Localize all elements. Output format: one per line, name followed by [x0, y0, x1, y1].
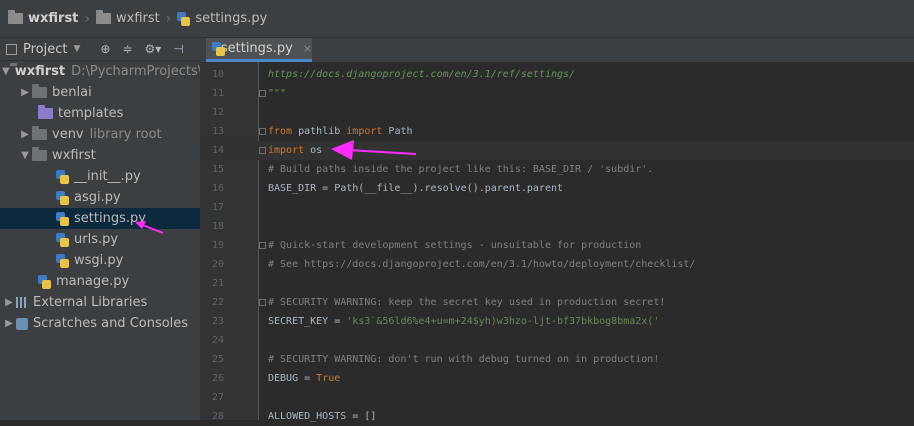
python-file-icon [56, 211, 69, 226]
python-file-icon [56, 253, 69, 268]
python-file-icon [38, 274, 51, 289]
breadcrumb-project[interactable]: wxfirst [8, 10, 78, 26]
code-line: 22 # SECURITY WARNING: keep the secret k… [211, 297, 666, 308]
annotation-arrow-import [331, 140, 417, 160]
code-line: 23 SECRET_KEY = 'ks3`&56ld6%e4+u=m+24$yh… [211, 316, 660, 327]
tab-settings[interactable]: settings.py × [206, 38, 312, 62]
code-line: 18 [211, 221, 224, 232]
libraries-icon [16, 297, 28, 308]
project-view-selector[interactable]: Project [23, 42, 67, 57]
code-line: 11 """ [211, 88, 287, 99]
folder-icon [32, 84, 47, 98]
fold-marker-icon[interactable] [259, 90, 266, 97]
code-line: 15 # Build paths inside the project like… [211, 164, 654, 175]
tree-item-templates[interactable]: templates [0, 103, 200, 124]
folder-icon [32, 147, 47, 161]
code-line: 19 # Quick-start development settings - … [211, 240, 642, 251]
code-line: 10 https://docs.djangoproject.com/en/3.1… [211, 69, 576, 80]
project-view-icon [6, 43, 17, 55]
code-line: 21 [211, 278, 224, 289]
breadcrumb-file[interactable]: settings.py [177, 11, 267, 26]
target-icon[interactable]: ⊕ [100, 42, 110, 56]
fold-marker-icon[interactable] [259, 242, 266, 249]
close-icon[interactable]: × [303, 42, 312, 55]
project-panel: Project ▼ ⊕ ≑ ⚙▾ ⊣ ▼ wxfirst D:\PycharmP… [0, 38, 202, 420]
code-line: 28 ALLOWED_HOSTS = [] [211, 411, 377, 422]
fold-marker-icon[interactable] [259, 128, 266, 135]
code-line: 26 DEBUG = True [211, 373, 341, 384]
fold-marker-icon[interactable] [259, 147, 266, 154]
chevron-right-icon: › [84, 10, 91, 27]
folder-icon [32, 126, 47, 140]
python-file-icon [212, 41, 225, 56]
code-line: 17 [211, 202, 224, 213]
python-file-icon [56, 190, 69, 205]
tree-root[interactable]: ▼ wxfirst D:\PycharmProjects\ [0, 61, 202, 82]
code-line: 20 # See https://docs.djangoproject.com/… [211, 259, 696, 270]
code-line: 24 [211, 335, 224, 346]
code-line: 25 # SECURITY WARNING: don't run with de… [211, 354, 660, 365]
tree-item-wsgi[interactable]: wsgi.py [0, 250, 200, 271]
folder-icon [8, 10, 23, 24]
code-line: 12 [211, 107, 224, 118]
expanded-arrow-icon[interactable]: ▼ [2, 66, 10, 77]
tree-item-external-libraries[interactable]: ▶ External Libraries [0, 292, 200, 313]
python-file-icon [56, 169, 69, 184]
tree-item-benlai[interactable]: ▶ benlai [0, 82, 200, 103]
tree-item-init[interactable]: __init__.py [0, 166, 200, 187]
tree-item-asgi[interactable]: asgi.py [0, 187, 200, 208]
fold-marker-icon[interactable] [259, 299, 266, 306]
code-line: 13 from pathlib import Path [211, 126, 413, 137]
tree-item-urls[interactable]: urls.py [0, 229, 200, 250]
chevron-right-icon: › [165, 10, 172, 27]
collapsed-arrow-icon[interactable]: ▶ [18, 87, 32, 98]
breadcrumb: wxfirst › wxfirst › settings.py [0, 0, 914, 38]
code-line: 27 [211, 392, 224, 403]
expanded-arrow-icon[interactable]: ▼ [18, 150, 32, 161]
tree-item-venv[interactable]: ▶ venv library root [0, 124, 200, 145]
tree-item-settings[interactable]: settings.py [0, 208, 200, 229]
tree-item-manage[interactable]: manage.py [0, 271, 200, 292]
project-panel-header: Project ▼ ⊕ ≑ ⚙▾ ⊣ [0, 38, 200, 61]
annotation-arrow-settings [135, 221, 164, 234]
python-file-icon [177, 11, 191, 26]
collapse-icon[interactable]: ≑ [122, 42, 132, 56]
tree-item-wxfirst[interactable]: ▼ wxfirst [0, 145, 200, 166]
editor-tabs: settings.py × [200, 38, 914, 63]
breadcrumb-folder[interactable]: wxfirst [96, 10, 160, 26]
code-line-current: 14 import os [200, 141, 914, 160]
tree-item-scratches[interactable]: ▶ Scratches and Consoles [0, 313, 200, 334]
purple-folder-icon [38, 105, 53, 119]
python-file-icon [56, 232, 69, 247]
folder-icon [96, 10, 112, 24]
hide-icon[interactable]: ⊣ [173, 42, 183, 56]
collapsed-arrow-icon[interactable]: ▶ [2, 297, 16, 308]
code-line: 16 BASE_DIR = Path(__file__).resolve().p… [211, 183, 564, 194]
code-editor[interactable]: 10 https://docs.djangoproject.com/en/3.1… [200, 62, 914, 422]
scratches-icon [16, 317, 28, 330]
collapsed-arrow-icon[interactable]: ▶ [2, 318, 16, 329]
triangle-down-icon[interactable]: ▼ [73, 44, 80, 54]
gear-icon[interactable]: ⚙▾ [145, 42, 162, 56]
collapsed-arrow-icon[interactable]: ▶ [18, 129, 32, 140]
